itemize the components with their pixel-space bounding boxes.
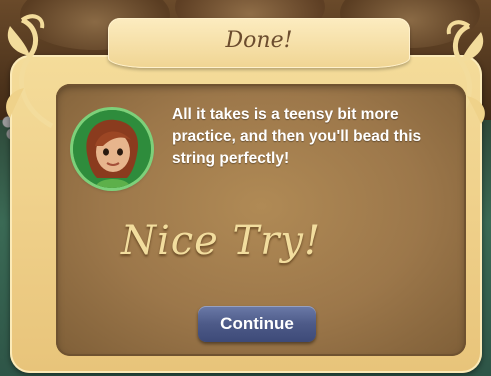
fairy-portrait-icon: [73, 110, 151, 188]
dialog-message: All it takes is a teensy bit more practi…: [172, 106, 422, 167]
continue-button[interactable]: Continue: [198, 306, 316, 342]
dialog-title: Done!: [225, 28, 293, 53]
dialog-title-tab: Done!: [108, 18, 410, 68]
result-text: Nice Try!: [120, 218, 322, 264]
